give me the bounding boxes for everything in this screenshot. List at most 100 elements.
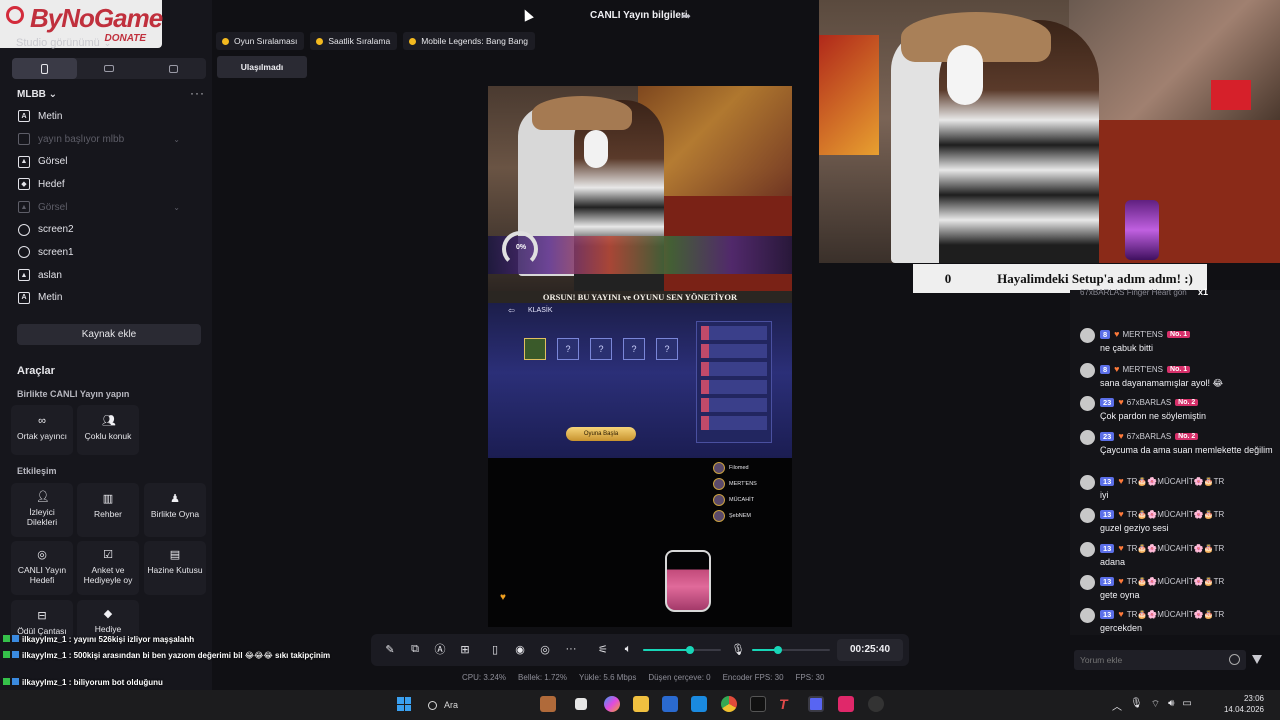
live-info-title[interactable]: CANLI Yayın bilgileri	[590, 10, 688, 21]
file-explorer-icon[interactable]	[633, 696, 649, 712]
app-icon[interactable]	[868, 696, 884, 712]
volume-icon[interactable]: 🔊︎	[1168, 698, 1174, 713]
tab-portrait[interactable]	[12, 58, 77, 79]
microphone-icon[interactable]: 🎙︎	[731, 642, 745, 656]
scene-selector[interactable]: MLBB ⌄	[17, 89, 57, 100]
chrome-icon[interactable]	[721, 696, 737, 712]
volume-slider[interactable]	[643, 646, 721, 654]
viewer-requests-tile[interactable]: 👤︎ İzleyici Dilekleri	[11, 483, 73, 537]
outlook-icon[interactable]	[691, 696, 707, 712]
chevron-down-icon[interactable]: ⌄	[173, 135, 180, 144]
chat-username[interactable]: TR🎂🌸MÜCAHİT🌸🎂TR	[1127, 544, 1225, 553]
chat-username[interactable]: MERT'ENS	[1123, 365, 1164, 374]
tiktok-icon[interactable]	[750, 696, 766, 712]
source-item[interactable]: ▲ Görsel	[12, 150, 202, 173]
text-app-icon[interactable]: T	[779, 696, 795, 712]
source-item[interactable]: ▲ Görsel ⌄	[12, 196, 202, 219]
speaker-icon[interactable]: 🔈︎	[621, 642, 635, 656]
mic-slider[interactable]	[752, 646, 830, 654]
co-host-tile[interactable]: ∞ Ortak yayıncı	[11, 405, 73, 455]
taskbar-clock[interactable]: 23:06 14.04.2026	[1214, 693, 1264, 715]
send-icon[interactable]	[1252, 655, 1262, 664]
screen-effect-icon[interactable]: ⧉	[408, 642, 422, 656]
tab-dual[interactable]	[141, 58, 206, 79]
volume-knob[interactable]	[685, 646, 694, 654]
poll-tile[interactable]: ☑︎ Anket ve Hediyeyle oy	[77, 541, 139, 595]
battery-icon[interactable]: ▭	[1182, 698, 1191, 713]
avatar[interactable]	[1080, 608, 1095, 623]
avatar[interactable]	[1080, 475, 1095, 490]
coin-icon	[316, 37, 324, 45]
reward-bag-tile[interactable]: ⊟ Ödül Çantası	[11, 600, 73, 640]
chat-username[interactable]: TR🎂🌸MÜCAHİT🌸🎂TR	[1127, 477, 1225, 486]
avatar[interactable]	[1080, 363, 1095, 378]
wifi-icon[interactable]: ⌔	[1151, 698, 1160, 713]
tab-landscape[interactable]	[77, 58, 142, 79]
gift-tile[interactable]: ◆ Hediye	[77, 600, 139, 640]
source-item[interactable]: ◆ Hedef	[12, 173, 202, 196]
goal-count: 0	[944, 270, 952, 286]
avatar[interactable]	[1080, 575, 1095, 590]
app-icon[interactable]	[540, 696, 556, 712]
taskbar-search[interactable]: Ara	[420, 694, 520, 716]
coin-icon	[222, 37, 229, 45]
phone-icon[interactable]: ▯	[488, 642, 502, 656]
comment-input[interactable]	[1074, 650, 1224, 670]
chat-username[interactable]: TR🎂🌸MÜCAHİT🌸🎂TR	[1127, 510, 1225, 519]
copilot-icon[interactable]	[604, 696, 620, 712]
chevron-up-icon[interactable]: ︿	[1112, 698, 1122, 713]
share-icon[interactable]: ➦	[681, 9, 691, 23]
source-item[interactable]: screen1	[12, 241, 202, 264]
guide-tile[interactable]: ▥ Rehber	[77, 483, 139, 537]
source-item[interactable]: A Metin	[12, 105, 202, 128]
chat-username[interactable]: 67xBARLAS	[1127, 398, 1171, 407]
level-badge: 13	[1100, 609, 1115, 619]
avatar[interactable]	[1080, 328, 1095, 343]
add-widget-icon[interactable]: ⊞	[458, 642, 472, 656]
microphone-icon[interactable]: 🎙︎	[1130, 698, 1143, 713]
chat-username[interactable]: MERT'ENS	[1123, 330, 1164, 339]
more-options-icon[interactable]: ···	[190, 86, 205, 100]
stat-item: FPS: 30	[795, 673, 825, 682]
avatar[interactable]	[1080, 542, 1095, 557]
avatar[interactable]	[1080, 508, 1095, 523]
multi-guest-tile[interactable]: 👥︎ Çoklu konuk	[77, 405, 139, 455]
mic-knob[interactable]	[773, 646, 782, 654]
ai-icon[interactable]: Ⓐ	[433, 642, 447, 656]
leaderboard-name: ŞebNEM	[729, 513, 752, 519]
discord-icon[interactable]	[808, 696, 824, 712]
play-together-tile[interactable]: ♟︎ Birlikte Oyna	[144, 483, 206, 537]
chat-username[interactable]: TR🎂🌸MÜCAHİT🌸🎂TR	[1127, 610, 1225, 619]
chevron-down-icon[interactable]: ⌄	[173, 203, 180, 212]
treasure-box-tile[interactable]: ▤ Hazine Kutusu	[144, 541, 206, 595]
windows-start-icon[interactable]	[397, 697, 411, 711]
settings-sliders-icon[interactable]: ⚟	[596, 642, 610, 656]
store-icon[interactable]	[662, 696, 678, 712]
add-source-button[interactable]: Kaynak ekle	[17, 324, 201, 345]
overlay-chat-text: ilkayylmz_1 : yayını 526kişi izliyor maş…	[22, 635, 195, 644]
ranking-chip[interactable]: Mobile Legends: Bang Bang	[403, 32, 536, 50]
chat-username[interactable]: 67xBARLAS	[1127, 432, 1171, 441]
rank-badge: No. 1	[1167, 330, 1191, 338]
dual-screen-icon	[169, 64, 179, 73]
overlay-chat-line: ilkayylmz_1 : biliyorum bot olduğunu	[3, 678, 163, 687]
avatar[interactable]	[1080, 430, 1095, 445]
camera-switch-icon[interactable]: ◎	[538, 642, 552, 656]
ranking-chip[interactable]: Saatlik Sıralama	[310, 32, 398, 50]
more-icon[interactable]: ···	[564, 642, 578, 656]
ranking-chip[interactable]: Oyun Sıralaması	[216, 32, 305, 50]
source-item[interactable]: yayın başlıyor mlbb ⌄	[12, 128, 202, 151]
avatar[interactable]	[1080, 396, 1095, 411]
source-item[interactable]: ▲ aslan	[12, 264, 202, 287]
app-icon[interactable]	[575, 698, 587, 710]
chat-username[interactable]: TR🎂🌸MÜCAHİT🌸🎂TR	[1127, 577, 1225, 586]
magic-wand-icon[interactable]: ✎	[383, 642, 397, 656]
live-goal-tile[interactable]: ◎ CANLI Yayın Hedefi	[11, 541, 73, 595]
goal-status-button[interactable]: Ulaşılmadı	[217, 56, 307, 78]
record-icon[interactable]: ◉	[513, 642, 527, 656]
studio-view-dropdown[interactable]: Studio görünümü ⌄	[16, 37, 111, 49]
tiktok-live-studio-icon[interactable]	[838, 696, 854, 712]
source-item[interactable]: screen2	[12, 218, 202, 241]
emoji-icon[interactable]	[1229, 654, 1240, 665]
source-item[interactable]: A Metin	[12, 287, 202, 310]
